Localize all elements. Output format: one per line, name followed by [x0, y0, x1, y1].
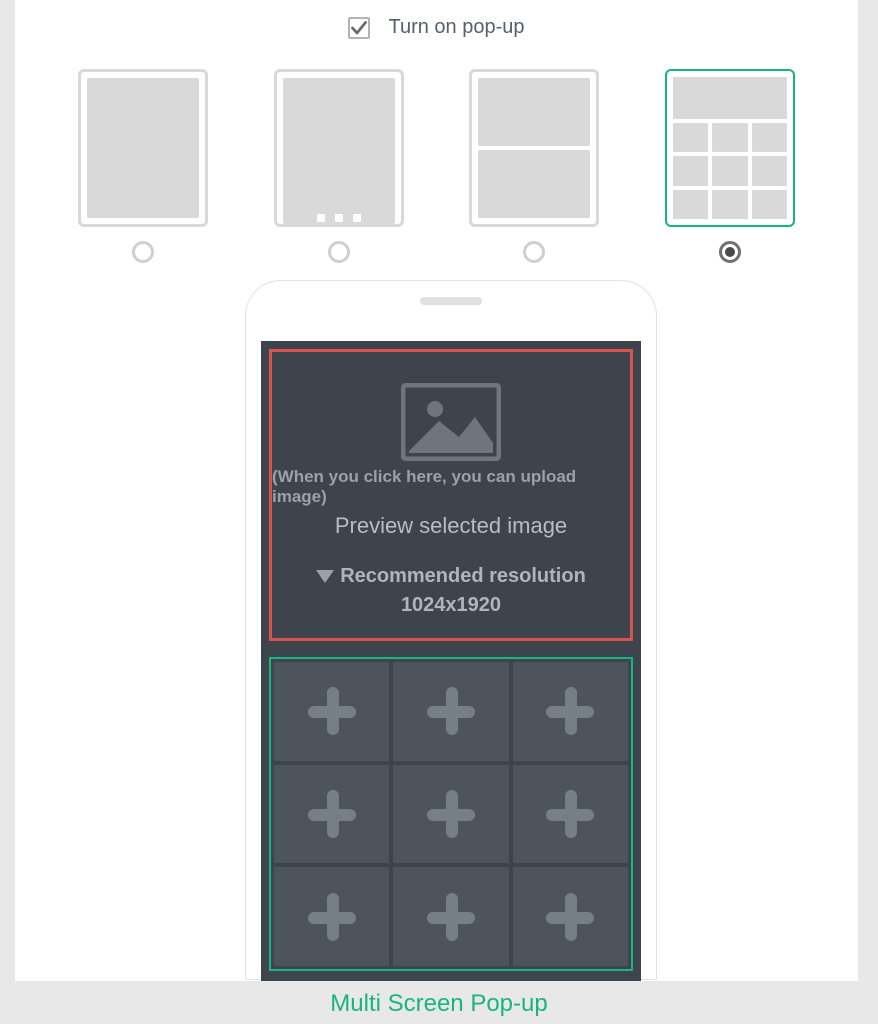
popup-toggle-row: Turn on pop-up — [15, 0, 858, 69]
layout-option-slideshow[interactable] — [274, 69, 404, 263]
layout-radio-grid[interactable] — [719, 241, 741, 263]
layout-thumb-grid — [665, 69, 795, 227]
layout-thumb-single — [78, 69, 208, 227]
image-placeholder-icon — [401, 383, 501, 461]
recommended-resolution-value: 1024x1920 — [401, 594, 501, 617]
plus-icon — [308, 687, 356, 735]
layout-block — [478, 150, 590, 218]
plus-icon — [546, 687, 594, 735]
plus-icon — [308, 893, 356, 941]
figure-caption: Multi Screen Pop-up — [0, 982, 878, 1024]
recommended-label-text: Recommended resolution — [340, 565, 586, 588]
layout-block — [87, 78, 199, 218]
plus-icon — [427, 893, 475, 941]
phone-preview-frame: (When you click here, you can upload ima… — [245, 280, 657, 980]
image-slot[interactable] — [274, 867, 389, 966]
layout-radio-single[interactable] — [132, 241, 154, 263]
recommended-resolution-label: Recommended resolution — [316, 565, 586, 588]
preview-selected-text: Preview selected image — [335, 513, 567, 539]
plus-icon — [546, 893, 594, 941]
popup-toggle-checkbox[interactable] — [348, 17, 370, 39]
triangle-down-icon — [316, 570, 334, 583]
settings-panel: Turn on pop-up — [15, 0, 858, 981]
image-slot[interactable] — [393, 867, 508, 966]
radio-dot-icon — [725, 247, 735, 257]
layout-block — [673, 77, 787, 119]
plus-icon — [427, 790, 475, 838]
image-slot[interactable] — [513, 867, 628, 966]
pager-dots-icon — [283, 208, 395, 224]
image-slot[interactable] — [274, 765, 389, 864]
layout-grid-icon — [673, 123, 787, 219]
phone-screen: (When you click here, you can upload ima… — [261, 341, 641, 981]
layout-option-two-panel[interactable] — [469, 69, 599, 263]
image-slot[interactable] — [274, 662, 389, 761]
layout-thumb-slideshow — [274, 69, 404, 227]
phone-speaker-icon — [420, 297, 482, 305]
layout-block — [283, 78, 395, 224]
check-icon — [351, 21, 367, 35]
plus-icon — [546, 790, 594, 838]
layout-thumb-two-panel — [469, 69, 599, 227]
layout-option-single[interactable] — [78, 69, 208, 263]
layout-option-grid[interactable] — [665, 69, 795, 263]
layout-option-row — [15, 69, 858, 283]
image-slot[interactable] — [513, 662, 628, 761]
image-slot-grid — [269, 657, 633, 971]
image-slot[interactable] — [393, 765, 508, 864]
image-slot[interactable] — [393, 662, 508, 761]
layout-radio-slideshow[interactable] — [328, 241, 350, 263]
upload-hint-text: (When you click here, you can upload ima… — [272, 467, 630, 507]
upload-hero-area[interactable]: (When you click here, you can upload ima… — [269, 349, 633, 641]
plus-icon — [308, 790, 356, 838]
layout-radio-two-panel[interactable] — [523, 241, 545, 263]
image-slot[interactable] — [513, 765, 628, 864]
popup-toggle-label: Turn on pop-up — [388, 16, 524, 39]
plus-icon — [427, 687, 475, 735]
layout-block — [478, 78, 590, 146]
